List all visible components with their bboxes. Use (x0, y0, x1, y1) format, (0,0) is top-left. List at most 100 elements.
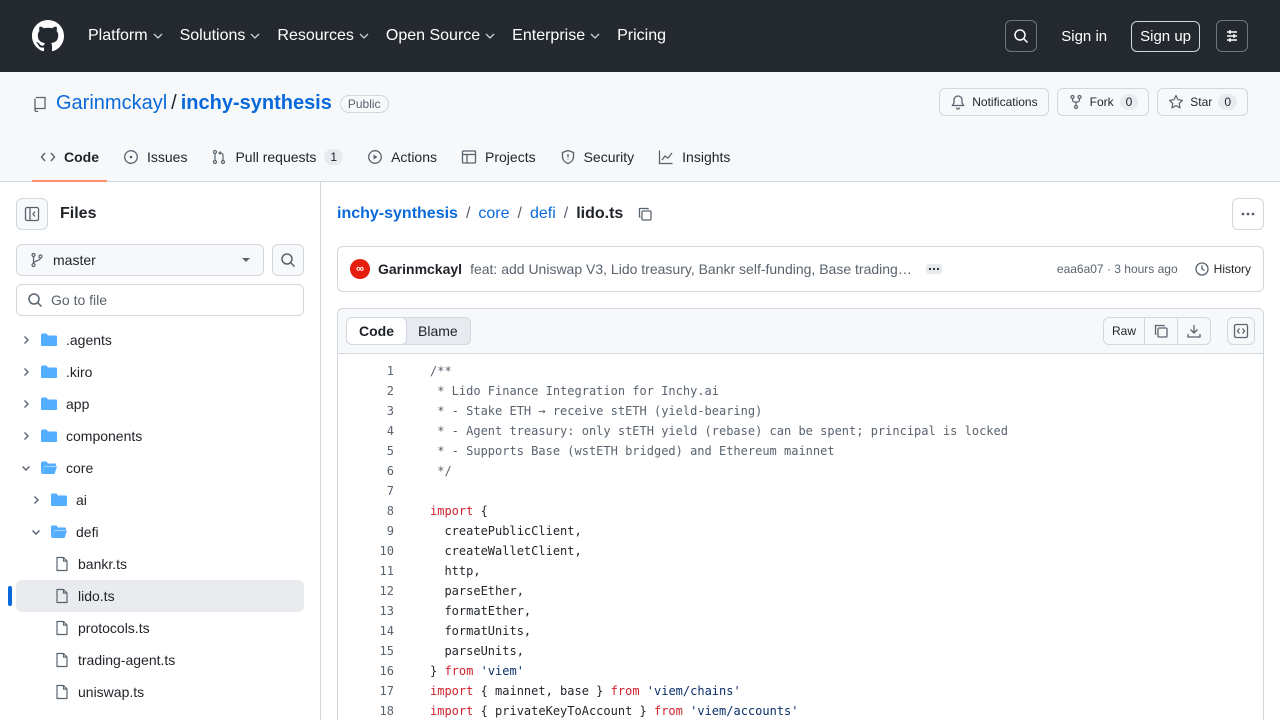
line-number[interactable]: 3 (338, 404, 394, 418)
nav-platform[interactable]: Platform (88, 27, 164, 45)
line-number[interactable]: 8 (338, 504, 394, 518)
line-content: } from 'viem' (394, 664, 524, 678)
tree-folder[interactable]: app (16, 388, 304, 420)
copy-path-button[interactable] (637, 206, 653, 222)
chevron-right-icon[interactable] (18, 364, 34, 380)
tree-folder[interactable]: components (16, 420, 304, 452)
tree-file[interactable]: bankr.ts (16, 548, 304, 580)
download-button[interactable] (1178, 318, 1210, 344)
line-number[interactable]: 11 (338, 564, 394, 578)
copy-raw-button[interactable] (1145, 318, 1178, 344)
sign-up-button[interactable]: Sign up (1131, 20, 1200, 52)
line-number[interactable]: 7 (338, 484, 394, 498)
breadcrumb-core-link[interactable]: core (478, 205, 509, 223)
repo-owner-link[interactable]: Garinmckayl (56, 92, 167, 115)
code-line: 6 */ (338, 461, 1263, 481)
repo-name-link[interactable]: inchy-synthesis (181, 92, 332, 115)
notifications-button[interactable]: Notifications (939, 88, 1049, 116)
line-number[interactable]: 17 (338, 684, 394, 698)
tab-actions[interactable]: Actions (359, 133, 445, 181)
tab-issues[interactable]: Issues (115, 133, 195, 181)
code-view-tab[interactable]: Code (346, 318, 407, 344)
nav-open-source[interactable]: Open Source (386, 27, 496, 45)
line-number[interactable]: 15 (338, 644, 394, 658)
line-number[interactable]: 9 (338, 524, 394, 538)
line-number[interactable]: 12 (338, 584, 394, 598)
tree-folder[interactable]: core (16, 452, 304, 484)
tree-folder[interactable]: ai (16, 484, 304, 516)
more-options-button[interactable] (1232, 198, 1264, 230)
history-icon (1195, 262, 1209, 276)
nav-resources[interactable]: Resources (277, 27, 369, 45)
tree-file[interactable]: lido.ts (8, 580, 304, 612)
code-token: formatUnits, (430, 624, 532, 638)
tab-projects[interactable]: Projects (453, 133, 544, 181)
history-button[interactable]: History (1194, 261, 1251, 277)
sign-in-link[interactable]: Sign in (1053, 28, 1115, 45)
tab-code[interactable]: Code (32, 133, 107, 182)
tree-file[interactable]: uniswap.ts (16, 676, 304, 708)
code-viewer[interactable]: 1 /** 2 * Lido Finance Integration for Inc… (338, 354, 1263, 720)
nav-solutions[interactable]: Solutions (180, 27, 262, 45)
code-line: 9 createPublicClient, (338, 521, 1263, 541)
raw-button[interactable]: Raw (1104, 318, 1145, 344)
line-number[interactable]: 5 (338, 444, 394, 458)
commit-author-link[interactable]: Garinmckayl (378, 261, 462, 277)
folder-icon (40, 428, 58, 444)
line-number[interactable]: 1 (338, 364, 394, 378)
pull-request-icon (213, 149, 226, 165)
line-number[interactable]: 2 (338, 384, 394, 398)
tree-folder[interactable]: .agents (16, 324, 304, 356)
line-number[interactable]: 4 (338, 424, 394, 438)
commit-expand-button[interactable] (925, 264, 942, 274)
github-logo-icon[interactable] (32, 20, 64, 52)
line-number[interactable]: 16 (338, 664, 394, 678)
line-content: formatUnits, (394, 624, 531, 638)
header-menu-button[interactable] (1216, 20, 1248, 52)
tree-item-label: uniswap.ts (78, 684, 145, 700)
tree-folder[interactable]: .kiro (16, 356, 304, 388)
avatar[interactable]: ∞ (350, 259, 370, 279)
line-number[interactable]: 14 (338, 624, 394, 638)
symbols-button[interactable] (1227, 317, 1255, 345)
tree-item-label: .agents (66, 332, 112, 348)
chevron-right-icon[interactable] (18, 332, 34, 348)
branch-selector[interactable]: master (16, 244, 264, 276)
tree-file[interactable]: trading-agent.ts (16, 644, 304, 676)
breadcrumb-defi-link[interactable]: defi (530, 205, 556, 223)
go-to-file-input[interactable]: Go to file (16, 284, 304, 316)
search-files-button[interactable] (272, 244, 304, 276)
folder-icon (40, 332, 58, 348)
tab-issues-label: Issues (147, 149, 188, 165)
folder-open-icon (50, 524, 68, 540)
line-number[interactable]: 13 (338, 604, 394, 618)
commit-meta[interactable]: eaa6a07 · 3 hours ago (1057, 262, 1178, 276)
tree-file[interactable]: protocols.ts (16, 612, 304, 644)
chevron-down-icon[interactable] (18, 460, 34, 476)
fork-button[interactable]: Fork 0 (1056, 88, 1150, 116)
blame-view-tab[interactable]: Blame (406, 318, 470, 344)
collapse-sidebar-button[interactable] (16, 198, 48, 230)
tab-security[interactable]: Security (552, 133, 643, 181)
breadcrumb-repo-link[interactable]: inchy-synthesis (337, 205, 458, 223)
file-view: inchy-synthesis / core / defi / lido.ts … (321, 182, 1280, 720)
line-number[interactable]: 6 (338, 464, 394, 478)
commit-message-link[interactable]: feat: add Uniswap V3, Lido treasury, Ban… (470, 261, 912, 277)
chevron-down-icon (359, 33, 369, 39)
nav-enterprise[interactable]: Enterprise (512, 27, 601, 45)
header-search-button[interactable] (1005, 20, 1038, 52)
line-number[interactable]: 10 (338, 544, 394, 558)
chevron-right-icon[interactable] (18, 428, 34, 444)
chevron-right-icon[interactable] (18, 396, 34, 412)
breadcrumb-separator: / (465, 205, 471, 222)
star-button[interactable]: Star 0 (1157, 88, 1248, 116)
tree-folder[interactable]: defi (16, 516, 304, 548)
tab-pull-requests[interactable]: Pull requests 1 (203, 133, 351, 181)
line-content: * Lido Finance Integration for Inchy.ai (394, 384, 719, 398)
line-number[interactable]: 18 (338, 704, 394, 718)
chevron-down-icon[interactable] (28, 524, 44, 540)
code-token: from (444, 664, 474, 678)
tab-insights[interactable]: Insights (650, 133, 738, 181)
nav-pricing[interactable]: Pricing (617, 27, 666, 45)
chevron-right-icon[interactable] (28, 492, 44, 508)
